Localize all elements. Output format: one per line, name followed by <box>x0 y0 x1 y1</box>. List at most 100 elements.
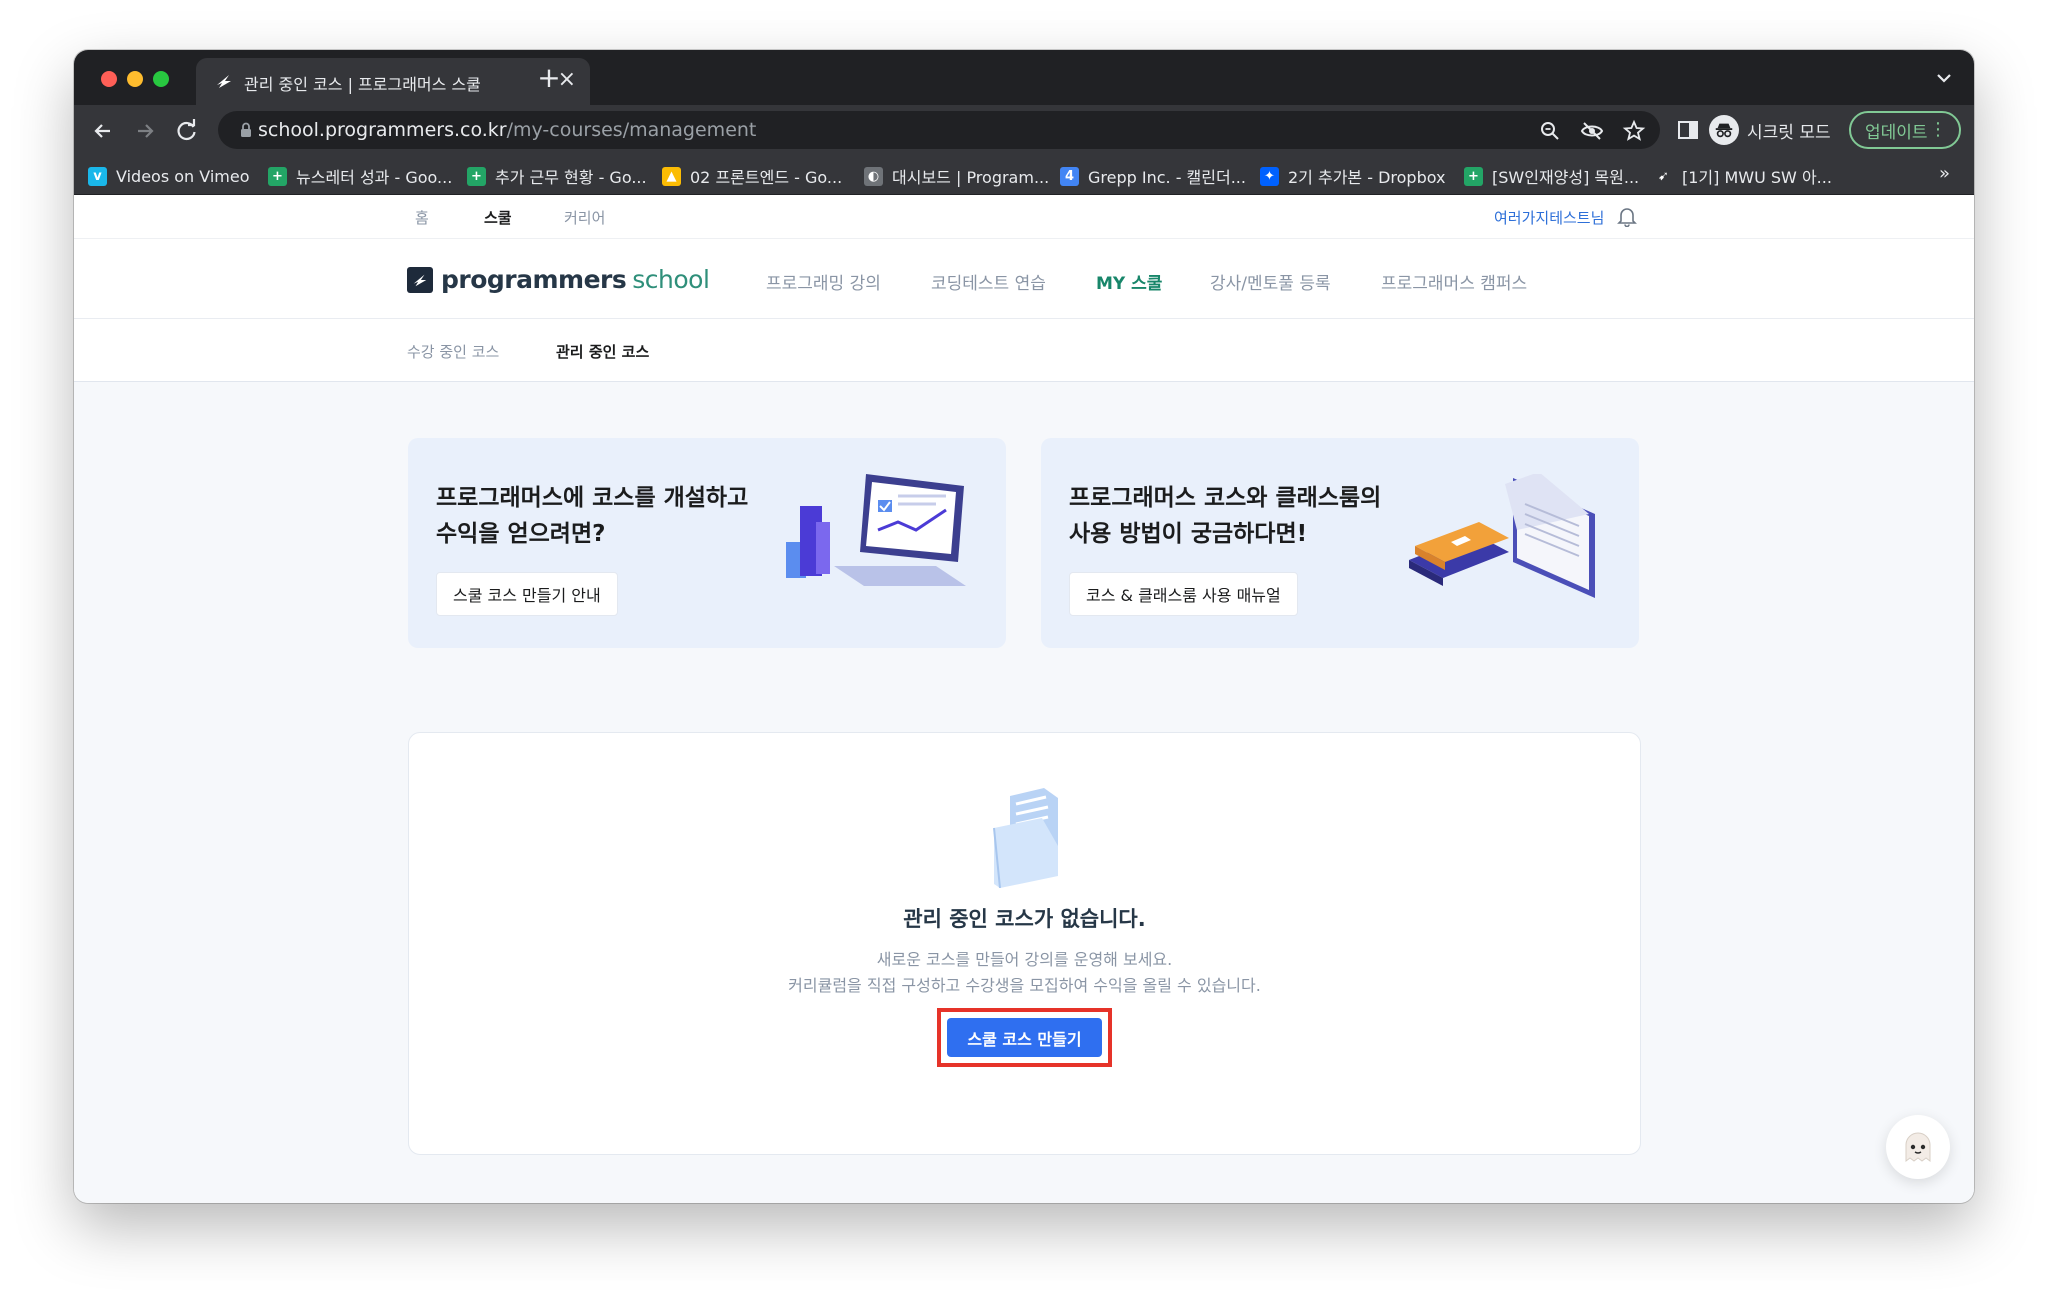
tab-bar: 관리 중인 코스 | 프로그래머스 스쿨 × + <box>74 50 1974 105</box>
bookmark-label: 뉴스레터 성과 - Goo... <box>296 168 453 187</box>
logo-text: programmers school <box>441 265 710 294</box>
create-course-button[interactable]: 스쿨 코스 만들기 <box>947 1018 1102 1057</box>
promo-title: 프로그래머스 코스와 클래스룸의 사용 방법이 궁금하다면! <box>1069 480 1381 552</box>
empty-desc-line1: 새로운 코스를 만들어 강의를 운영해 보세요. <box>876 950 1173 969</box>
google-drive-icon: ▲ <box>662 166 681 186</box>
vimeo-icon: v <box>88 166 107 186</box>
google-sheets-icon: + <box>1464 166 1483 186</box>
bookmark-item[interactable]: 4 Grepp Inc. - 캘린더... <box>1060 165 1246 187</box>
bookmark-label: Videos on Vimeo <box>116 166 250 186</box>
bookmark-item[interactable]: ✦ 2기 추가본 - Dropbox <box>1260 165 1446 187</box>
user-name-link[interactable]: 여러가지테스트님 <box>1494 207 1604 228</box>
logo-sub-text: school <box>632 265 710 294</box>
incognito-indicator[interactable]: 시크릿 모드 <box>1709 113 1831 147</box>
bookmark-item[interactable]: + [SW인재양성] 목원... <box>1464 165 1639 187</box>
close-window-button[interactable] <box>101 71 117 87</box>
empty-state-description: 새로운 코스를 만들어 강의를 운영해 보세요. 커리큘럼을 직접 구성하고 수… <box>409 947 1640 999</box>
bookmark-label: 대시보드 | Program... <box>892 168 1050 187</box>
browser-window: 관리 중인 코스 | 프로그래머스 스쿨 × + school.programm… <box>74 50 1974 1203</box>
browser-toolbar: school.programmers.co.kr/my-courses/mana… <box>74 105 1974 156</box>
update-label: 업데이트 <box>1865 122 1928 143</box>
menu-programming-lectures[interactable]: 프로그래밍 강의 <box>766 269 881 294</box>
address-bar[interactable]: school.programmers.co.kr/my-courses/mana… <box>218 111 1660 149</box>
page-content: 홈 스쿨 커리어 여러가지테스트님 programmers school 프로그래… <box>74 195 1974 1203</box>
maximize-window-button[interactable] <box>153 71 169 87</box>
bookmark-item[interactable]: + 뉴스레터 성과 - Goo... <box>268 165 452 187</box>
menu-coding-test[interactable]: 코딩테스트 연습 <box>931 269 1046 294</box>
ghost-icon <box>1905 1132 1931 1162</box>
document-folder-icon <box>992 788 1062 892</box>
books-illustration <box>1409 472 1609 608</box>
menu-instructor-register[interactable]: 강사/멘토풀 등록 <box>1210 269 1331 294</box>
programmers-school-logo[interactable]: programmers school <box>407 265 710 294</box>
menu-campus[interactable]: 프로그래머스 캠퍼스 <box>1381 269 1527 294</box>
google-sheets-icon: + <box>268 166 287 186</box>
promo-title: 프로그래머스에 코스를 개설하고 수익을 얻으려면? <box>436 480 748 552</box>
bookmark-item[interactable]: v Videos on Vimeo <box>88 165 250 187</box>
bookmark-item[interactable]: ◐ 대시보드 | Program... <box>864 165 1049 187</box>
bookmarks-bar: ➹ [1기] MWU SW 아... + [SW인재양성] 목원... ✦ 2기 추가본 … <box>74 156 1974 195</box>
url-path: /my-courses/management <box>506 119 757 141</box>
bookmark-item[interactable]: ➹ [1기] MWU SW 아... <box>1654 165 1832 187</box>
course-manual-button[interactable]: 코스 & 클래스룸 사용 매뉴얼 <box>1069 572 1298 616</box>
update-button[interactable]: 업데이트 ⋮ <box>1849 111 1961 149</box>
url-host: school.programmers.co.kr <box>258 119 507 141</box>
google-sheets-icon: + <box>467 166 486 186</box>
globe-icon: ◐ <box>864 166 883 186</box>
laptop-chart-illustration <box>786 474 976 608</box>
logo-mark-icon <box>407 266 433 293</box>
back-arrow-icon[interactable] <box>88 116 118 146</box>
new-tab-button[interactable]: + <box>532 62 566 96</box>
google-calendar-icon: 4 <box>1060 166 1079 186</box>
lock-icon[interactable] <box>238 121 254 139</box>
gnb-career-link[interactable]: 커리어 <box>564 207 605 228</box>
zoom-icon[interactable] <box>1538 119 1562 143</box>
logo-main-text: programmers <box>441 265 627 294</box>
promo-title-line2: 사용 방법이 궁금하다면! <box>1069 521 1308 547</box>
minimize-window-button[interactable] <box>127 71 143 87</box>
menu-my-school[interactable]: MY 스쿨 <box>1096 269 1162 294</box>
more-bookmarks-icon[interactable]: » <box>1939 163 1950 184</box>
empty-state-title: 관리 중인 코스가 없습니다. <box>903 907 1146 931</box>
incognito-icon <box>1709 115 1739 145</box>
promo-title-line2: 수익을 얻으려면? <box>436 521 606 547</box>
bookmark-label: 02 프론트엔드 - Go... <box>690 168 843 187</box>
bell-icon[interactable] <box>1616 205 1638 228</box>
incognito-label: 시크릿 모드 <box>1747 122 1831 143</box>
bookmark-label: 2기 추가본 - Dropbox <box>1288 168 1446 187</box>
bookmark-star-icon[interactable] <box>1622 119 1646 143</box>
empty-desc-line2: 커리큘럼을 직접 구성하고 수강생을 모집하여 수익을 올릴 수 있습니다. <box>788 976 1261 995</box>
programmers-icon: ➹ <box>1654 166 1673 186</box>
promo-card-create-course: 프로그래머스에 코스를 개설하고 수익을 얻으려면? 스쿨 코스 만들기 안내 <box>408 438 1006 648</box>
bookmark-label: [SW인재양성] 목원... <box>1492 168 1640 187</box>
reload-icon[interactable] <box>172 116 202 146</box>
gnb-home-link[interactable]: 홈 <box>415 207 429 228</box>
course-tabs: 수강 중인 코스 관리 중인 코스 <box>74 319 1974 382</box>
course-guide-button[interactable]: 스쿨 코스 만들기 안내 <box>436 572 618 616</box>
tab-managed-courses[interactable]: 관리 중인 코스 <box>556 341 649 362</box>
promo-card-manual: 프로그래머스 코스와 클래스룸의 사용 방법이 궁금하다면! 코스 & 클래스룸… <box>1041 438 1639 648</box>
url-text[interactable]: school.programmers.co.kr/my-courses/mana… <box>258 119 756 141</box>
gnb-school-link[interactable]: 스쿨 <box>484 207 512 228</box>
bookmark-label: 추가 근무 현황 - Go... <box>495 168 647 187</box>
tab-enrolled-courses[interactable]: 수강 중인 코스 <box>407 341 499 362</box>
global-nav: 홈 스쿨 커리어 여러가지테스트님 <box>74 195 1974 239</box>
bookmark-label: Grepp Inc. - 캘린더... <box>1088 168 1246 187</box>
bookmark-label: [1기] MWU SW 아... <box>1682 168 1832 187</box>
forward-arrow-icon[interactable] <box>130 116 160 146</box>
bookmark-item[interactable]: + 추가 근무 현황 - Go... <box>467 165 647 187</box>
site-header: programmers school 프로그래밍 강의 코딩테스트 연습 MY 스… <box>74 239 1974 319</box>
highlight-box: 스쿨 코스 만들기 <box>937 1008 1112 1067</box>
chatbot-button[interactable] <box>1886 1115 1950 1179</box>
dropbox-icon: ✦ <box>1260 166 1279 186</box>
bookmark-item[interactable]: ▲ 02 프론트엔드 - Go... <box>662 165 842 187</box>
tab-search-chevron-icon[interactable] <box>1932 66 1956 90</box>
eye-slash-icon[interactable] <box>1580 119 1604 143</box>
empty-state-card: 관리 중인 코스가 없습니다. 새로운 코스를 만들어 강의를 운영해 보세요.… <box>408 732 1641 1155</box>
side-panel-icon[interactable] <box>1677 119 1699 141</box>
active-tab[interactable]: 관리 중인 코스 | 프로그래머스 스쿨 × <box>196 58 590 105</box>
tab-title: 관리 중인 코스 | 프로그래머스 스쿨 <box>244 75 481 94</box>
promo-title-line1: 프로그래머스에 코스를 개설하고 <box>436 485 749 511</box>
programmers-favicon-icon <box>214 71 234 91</box>
more-vert-icon: ⋮ <box>1929 119 1947 140</box>
